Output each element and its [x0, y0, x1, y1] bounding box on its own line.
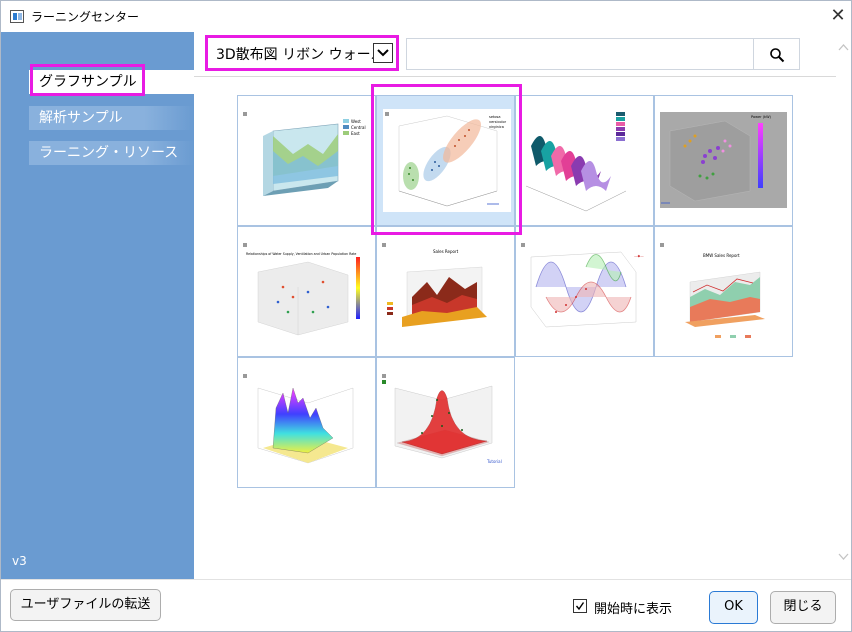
search-input[interactable]	[406, 38, 754, 70]
sidebar-item-graph-samples[interactable]: グラフサンプル	[29, 70, 194, 94]
search-icon	[770, 48, 785, 63]
scroll-up-icon	[838, 44, 849, 51]
sidebar: グラフサンプル 解析サンプル ラーニング・リソース v3	[1, 32, 194, 579]
svg-text:—◆—: —◆—	[634, 254, 644, 258]
checkmark-icon	[575, 602, 585, 611]
sidebar-item-label: グラフサンプル	[39, 74, 137, 90]
title-bar: ラーニングセンター ✕	[1, 1, 851, 32]
chart-title: Power (kW)	[751, 115, 772, 119]
vertical-scrollbar[interactable]	[836, 32, 851, 579]
legend-label: setosa	[489, 115, 500, 119]
sample-thumbnail-bmw-sales[interactable]: BMW Sales Report	[654, 226, 793, 357]
chart-title: BMW Sales Report	[703, 253, 740, 258]
window-title: ラーニングセンター	[31, 10, 140, 24]
legend-label: Central	[351, 125, 366, 130]
close-icon[interactable]: ✕	[827, 5, 849, 27]
learning-center-window: ラーニングセンター ✕ グラフサンプル 解析サンプル ラーニング・リソース v3…	[0, 0, 852, 632]
legend-label: East	[351, 131, 360, 136]
chevron-down-icon[interactable]	[373, 43, 393, 63]
sidebar-item-label: 解析サンプル	[39, 110, 123, 126]
legend-label: versicolor	[489, 120, 507, 124]
sidebar-item-learning-resources[interactable]: ラーニング・リソース	[29, 141, 194, 165]
sample-thumbnail-3d-waterfall[interactable]: —◆—	[515, 226, 654, 357]
transfer-user-files-button[interactable]: ユーザファイルの転送	[10, 589, 161, 621]
scroll-down-icon	[838, 553, 849, 560]
search-button[interactable]	[753, 38, 800, 70]
ok-button[interactable]: OK	[709, 591, 758, 624]
sample-thumbnail-sales-report[interactable]: Sales Report	[376, 226, 515, 357]
show-on-start-label: 開始時に表示	[594, 602, 673, 617]
legend-label: West	[351, 119, 361, 124]
show-on-start-checkbox[interactable]	[573, 599, 587, 613]
chart-title: Sales Report	[433, 249, 459, 254]
chart-title: Relationships of Water Supply, Ventilati…	[246, 252, 356, 256]
legend-label: virginica	[489, 125, 504, 129]
app-window-icon	[10, 10, 24, 23]
sidebar-item-analysis-samples[interactable]: 解析サンプル	[29, 106, 194, 130]
version-label: v3	[12, 554, 27, 568]
category-dropdown-value: 3D散布図 リボン ウォール	[216, 47, 385, 63]
sample-thumbnail-3d-wall[interactable]: West Central East	[237, 95, 376, 226]
tutorial-link: Tutorial	[486, 459, 502, 464]
sample-thumbnail-3d-surface-scatter[interactable]: Tutorial	[376, 357, 515, 488]
sample-thumbnail-3d-scatter-droplines[interactable]: Relationships of Water Supply, Ventilati…	[237, 226, 376, 357]
sample-thumbnail-3d-colormap[interactable]: Power (kW)	[654, 95, 793, 226]
sample-thumbnail-3d-scatter[interactable]: setosa versicolor virginica	[376, 95, 515, 226]
sidebar-item-label: ラーニング・リソース	[39, 145, 179, 161]
sample-thumbnail-3d-surface-bars[interactable]	[237, 357, 376, 488]
sample-thumbnail-3d-ribbon[interactable]	[515, 95, 654, 226]
close-button[interactable]: 閉じる	[770, 591, 836, 624]
category-dropdown[interactable]: 3D散布図 リボン ウォール	[208, 38, 394, 68]
